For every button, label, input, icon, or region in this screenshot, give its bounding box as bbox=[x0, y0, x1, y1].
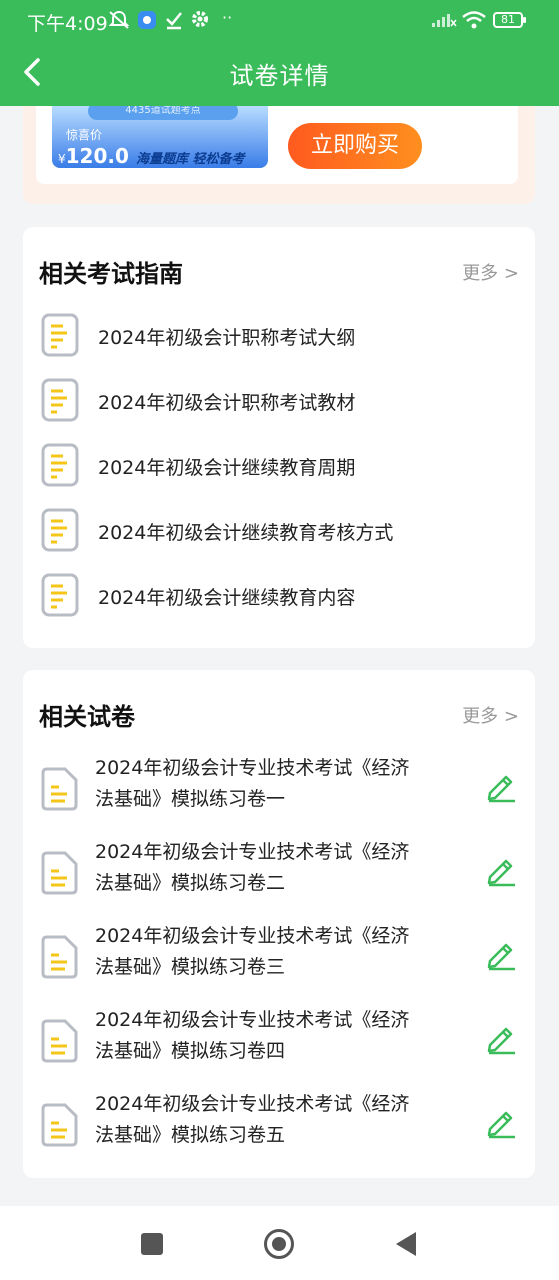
pencil-icon[interactable] bbox=[485, 937, 519, 971]
related-papers-card: 相关试卷 更多 > 2024年初级会计专业技术考试《经济 法基础》模拟练习卷一 2… bbox=[23, 670, 535, 1178]
document-icon bbox=[41, 1019, 78, 1063]
page-title: 试卷详情 bbox=[229, 62, 330, 90]
promo-section: 4435道试题考点 惊喜价 ¥120.0 海量题库 轻松备考 立即购买 bbox=[23, 106, 535, 204]
paper-title-line1: 2024年初级会计专业技术考试《经济 bbox=[95, 1009, 410, 1031]
document-icon bbox=[41, 573, 79, 617]
pencil-icon[interactable] bbox=[485, 1105, 519, 1139]
document-icon bbox=[41, 1103, 78, 1147]
document-icon bbox=[41, 935, 78, 979]
pencil-icon[interactable] bbox=[485, 1021, 519, 1055]
guide-label: 2024年初级会计职称考试教材 bbox=[98, 392, 356, 414]
pencil-icon[interactable] bbox=[485, 769, 519, 803]
guide-label: 2024年初级会计继续教育内容 bbox=[98, 587, 356, 609]
status-time: 下午4:09 bbox=[27, 13, 108, 35]
price-value: 120.0 bbox=[65, 144, 129, 168]
paper-title: 2024年初级会计专业技术考试《经济 法基础》模拟练习卷三 bbox=[95, 921, 435, 983]
app-notification-icon bbox=[137, 10, 157, 34]
guide-item[interactable]: 2024年初级会计继续教育考核方式 bbox=[23, 504, 535, 556]
paper-title-line1: 2024年初级会计专业技术考试《经济 bbox=[95, 925, 410, 947]
paper-item[interactable]: 2024年初级会计专业技术考试《经济 法基础》模拟练习卷五 bbox=[23, 1089, 535, 1159]
currency-symbol: ¥ bbox=[58, 152, 66, 166]
buy-now-button[interactable]: 立即购买 bbox=[288, 123, 422, 169]
battery-indicator: 81 bbox=[493, 12, 526, 28]
guides-title: 相关考试指南 bbox=[39, 260, 183, 288]
promo-card: 4435道试题考点 惊喜价 ¥120.0 海量题库 轻松备考 立即购买 bbox=[36, 106, 518, 184]
document-icon bbox=[41, 313, 79, 357]
guide-item[interactable]: 2024年初级会计继续教育内容 bbox=[23, 569, 535, 621]
papers-more-link[interactable]: 更多 > bbox=[462, 702, 519, 728]
promo-banner[interactable]: 4435道试题考点 惊喜价 ¥120.0 海量题库 轻松备考 bbox=[52, 106, 268, 168]
settings-icon bbox=[191, 10, 209, 32]
paper-title-line2: 法基础》模拟练习卷二 bbox=[95, 872, 286, 894]
guide-label: 2024年初级会计继续教育考核方式 bbox=[98, 522, 394, 544]
pencil-icon[interactable] bbox=[485, 853, 519, 887]
paper-title: 2024年初级会计专业技术考试《经济 法基础》模拟练习卷五 bbox=[95, 1089, 435, 1151]
document-icon bbox=[41, 508, 79, 552]
document-icon bbox=[41, 767, 78, 811]
paper-title-line2: 法基础》模拟练习卷三 bbox=[95, 956, 286, 978]
paper-title-line1: 2024年初级会计专业技术考试《经济 bbox=[95, 841, 410, 863]
mute-icon bbox=[108, 10, 130, 34]
system-nav-bar bbox=[0, 1206, 559, 1280]
exam-guides-card: 相关考试指南 更多 > 2024年初级会计职称考试大纲 2024年初级会计职称考… bbox=[23, 227, 535, 648]
paper-title-line1: 2024年初级会计专业技术考试《经济 bbox=[95, 1093, 410, 1115]
wifi-icon bbox=[461, 10, 487, 34]
paper-title: 2024年初级会计专业技术考试《经济 法基础》模拟练习卷二 bbox=[95, 837, 435, 899]
paper-title: 2024年初级会计专业技术考试《经济 法基础》模拟练习卷一 bbox=[95, 753, 435, 815]
guide-item[interactable]: 2024年初级会计职称考试大纲 bbox=[23, 309, 535, 361]
more-status-icon: ·· bbox=[222, 8, 233, 27]
recent-apps-button[interactable] bbox=[141, 1233, 163, 1255]
papers-title: 相关试卷 bbox=[39, 703, 135, 731]
paper-title-line2: 法基础》模拟练习卷一 bbox=[95, 788, 286, 810]
paper-item[interactable]: 2024年初级会计专业技术考试《经济 法基础》模拟练习卷二 bbox=[23, 837, 535, 907]
paper-item[interactable]: 2024年初级会计专业技术考试《经济 法基础》模拟练习卷一 bbox=[23, 753, 535, 823]
banner-slogan: 海量题库 轻松备考 bbox=[136, 152, 245, 167]
paper-title-line2: 法基础》模拟练习卷五 bbox=[95, 1124, 286, 1146]
document-icon bbox=[41, 443, 79, 487]
guide-label: 2024年初级会计职称考试大纲 bbox=[98, 327, 356, 349]
paper-title-line1: 2024年初级会计专业技术考试《经济 bbox=[95, 757, 410, 779]
download-done-icon bbox=[165, 10, 183, 34]
banner-question-count: 4435道试题考点 bbox=[88, 106, 238, 120]
system-back-button[interactable] bbox=[396, 1232, 416, 1256]
top-bar: 下午4:09 ·· 81 试卷详情 bbox=[0, 0, 559, 106]
home-button[interactable] bbox=[264, 1229, 294, 1259]
guide-item[interactable]: 2024年初级会计继续教育周期 bbox=[23, 439, 535, 491]
banner-price-tag: 惊喜价 bbox=[66, 128, 103, 142]
document-icon bbox=[41, 851, 78, 895]
guides-more-link[interactable]: 更多 > bbox=[462, 259, 519, 285]
paper-item[interactable]: 2024年初级会计专业技术考试《经济 法基础》模拟练习卷三 bbox=[23, 921, 535, 991]
paper-title-line2: 法基础》模拟练习卷四 bbox=[95, 1040, 286, 1062]
document-icon bbox=[41, 378, 79, 422]
guide-label: 2024年初级会计继续教育周期 bbox=[98, 457, 356, 479]
banner-price: ¥120.0 bbox=[58, 144, 129, 168]
paper-title: 2024年初级会计专业技术考试《经济 法基础》模拟练习卷四 bbox=[95, 1005, 435, 1067]
title-bar: 试卷详情 bbox=[0, 42, 559, 106]
signal-icon bbox=[431, 10, 457, 32]
guide-item[interactable]: 2024年初级会计职称考试教材 bbox=[23, 374, 535, 426]
paper-item[interactable]: 2024年初级会计专业技术考试《经济 法基础》模拟练习卷四 bbox=[23, 1005, 535, 1075]
status-bar: 下午4:09 ·· 81 bbox=[0, 0, 559, 42]
